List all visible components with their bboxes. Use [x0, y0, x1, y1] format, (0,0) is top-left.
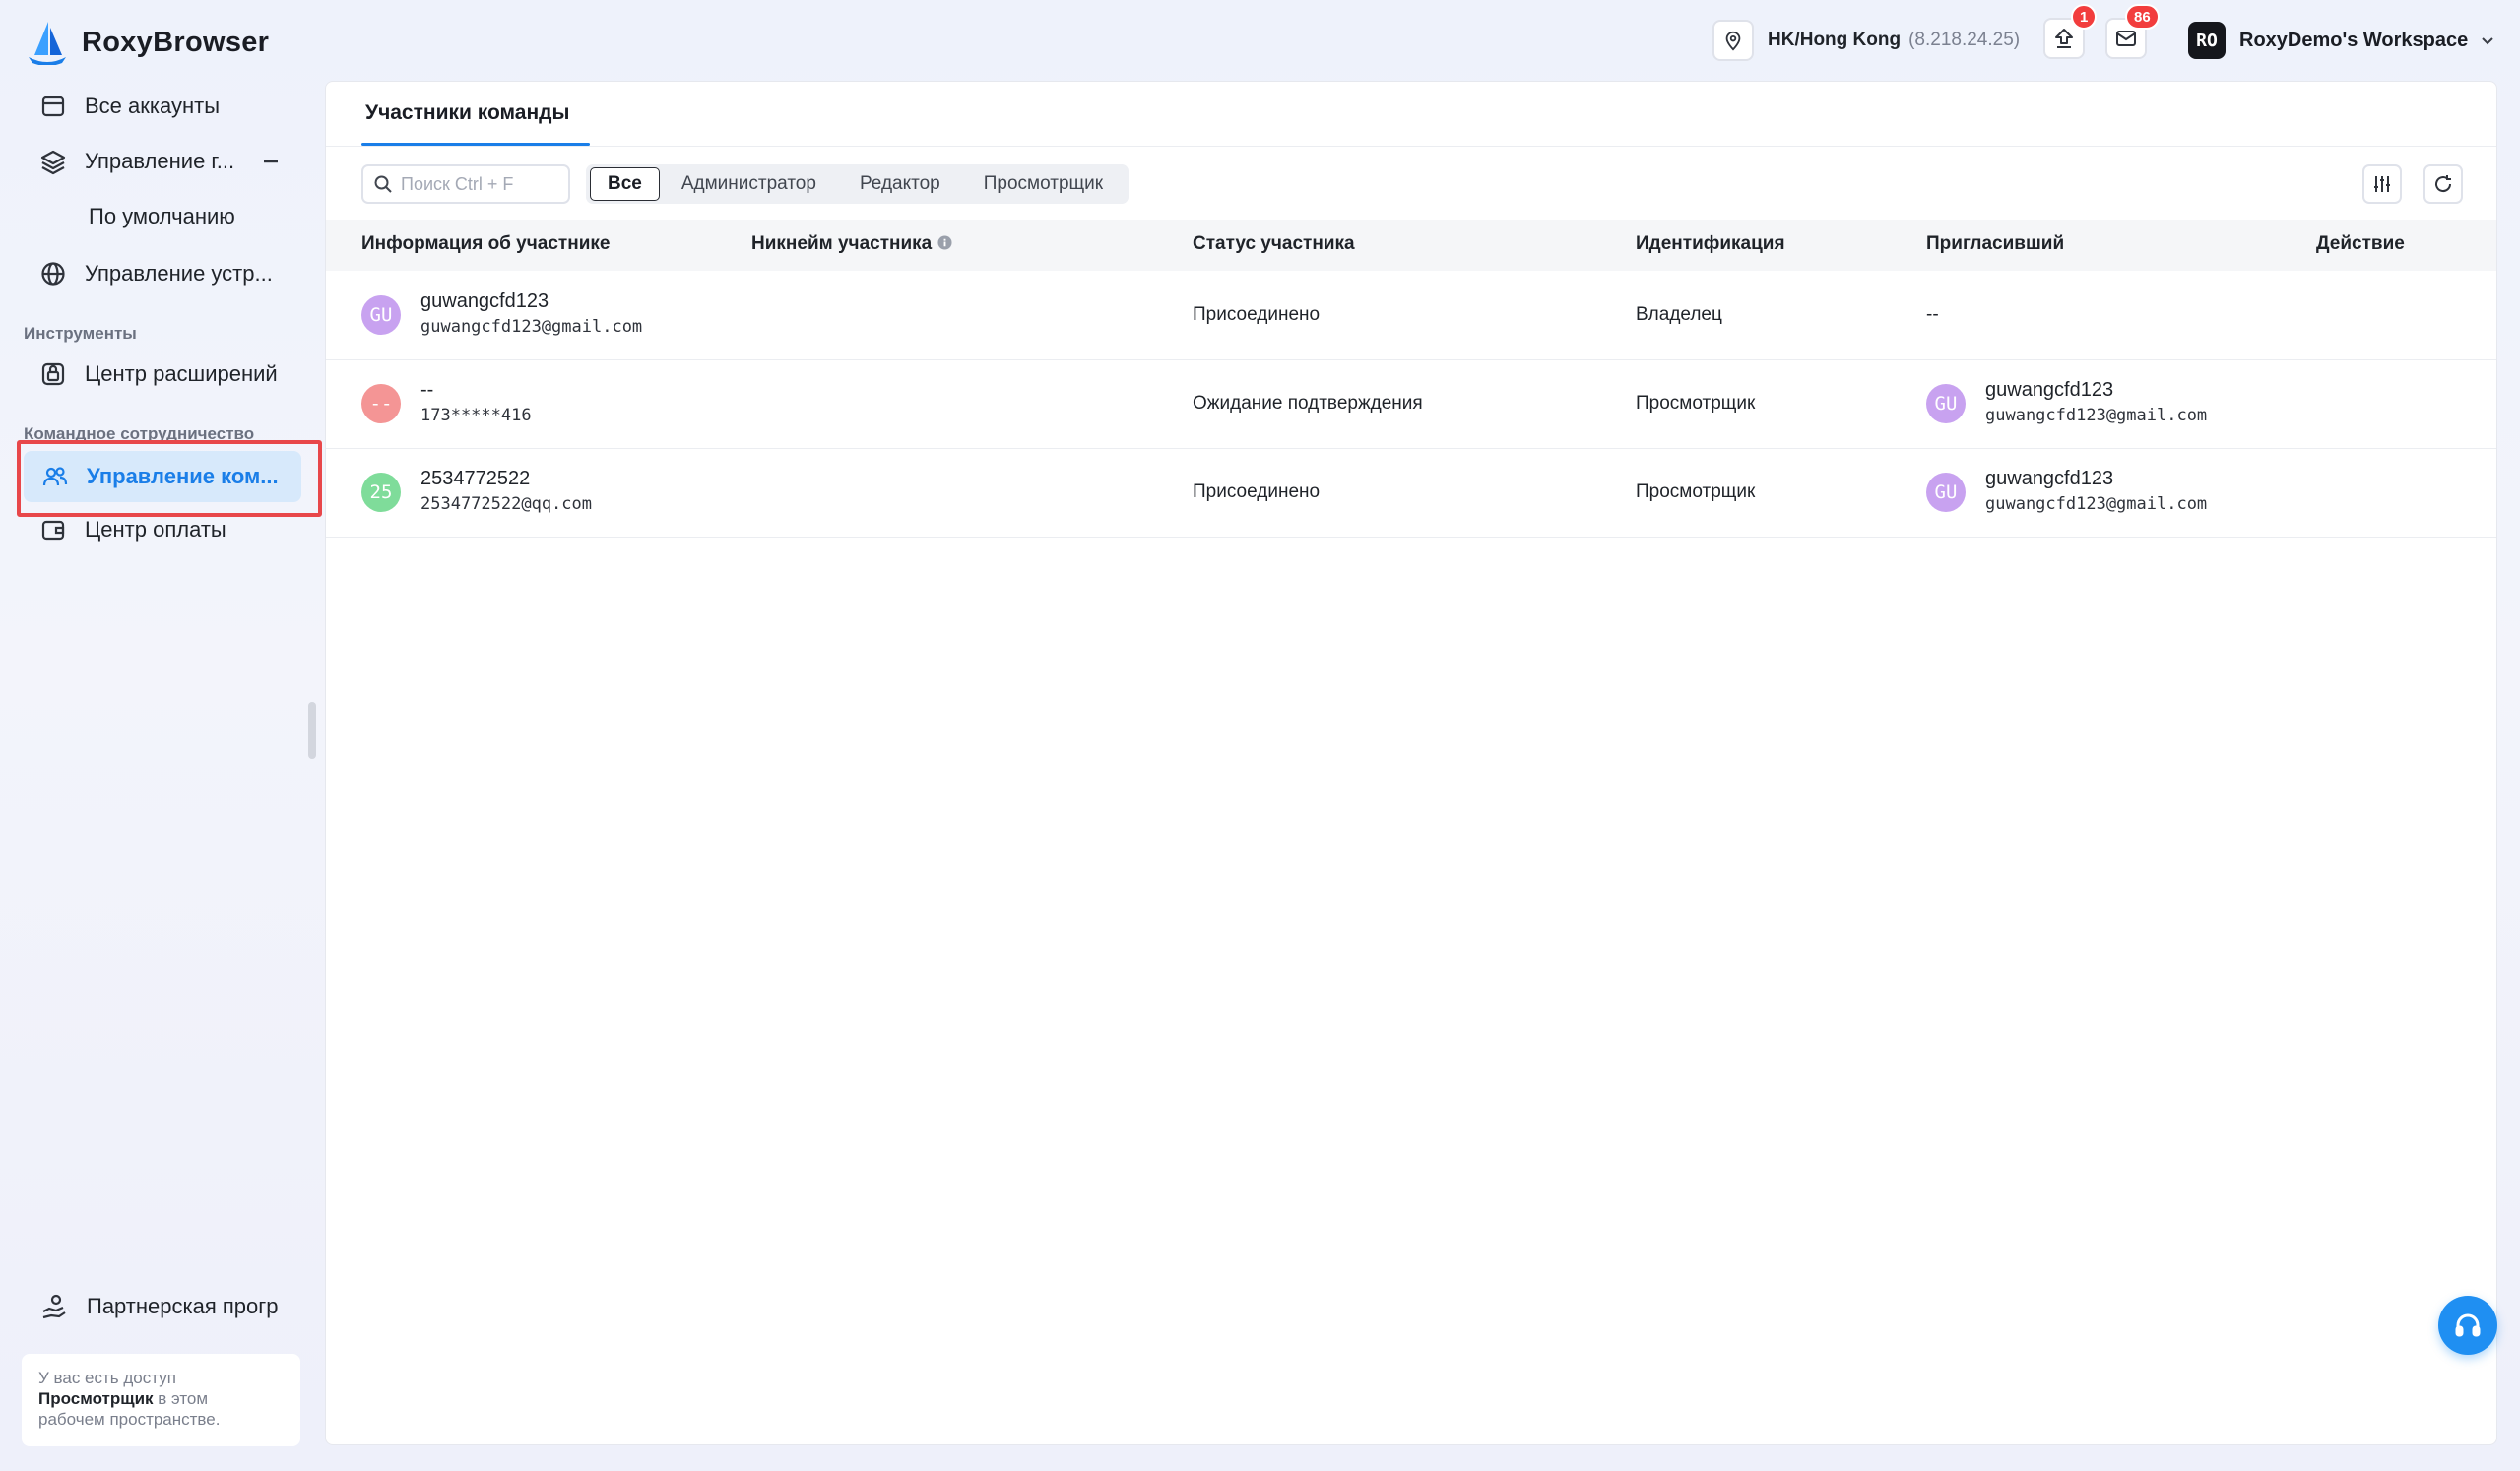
info-icon[interactable] [937, 235, 952, 250]
inviter-avatar: GU [1926, 384, 1966, 423]
filter-editor[interactable]: Редактор [838, 168, 962, 200]
sidebar-label: Управление устр... [85, 261, 273, 286]
upload-button[interactable]: 1 [2043, 4, 2098, 59]
member-name: 2534772522 [420, 468, 531, 489]
wallet-icon [41, 520, 65, 541]
sliders-icon [2374, 176, 2390, 192]
sidebar-label: Все аккаунты [85, 94, 221, 118]
member-identity: Просмотрщик [1636, 481, 1756, 502]
sidebar-label: Центр оплаты [85, 517, 226, 542]
location-name: HK/Hong Kong [1768, 30, 1902, 50]
member-email: 173*****416 [420, 406, 532, 425]
filter-viewer[interactable]: Просмотрщик [962, 168, 1125, 200]
access-text-2: в этом [153, 1389, 209, 1408]
collapse-icon[interactable] [262, 153, 280, 170]
table-header: Информация об участнике Никнейм участник… [326, 220, 2496, 271]
member-avatar: GU [361, 295, 401, 335]
refresh-icon [2435, 175, 2452, 193]
column-settings-button[interactable] [2362, 164, 2402, 204]
member-status: Присоединено [1193, 304, 1321, 325]
messages-button[interactable]: 86 [2105, 4, 2160, 59]
tab-team-members[interactable]: Участники команды [365, 101, 569, 125]
sidebar-label: Управление г... [85, 149, 235, 173]
sidebar-label: Партнерская прогр [87, 1294, 279, 1318]
search-icon [374, 175, 392, 193]
role-filter: Все Администратор Редактор Просмотрщик [586, 164, 1130, 204]
tab-divider [326, 146, 2496, 147]
app-logo: RoxyBrowser [27, 18, 269, 67]
access-info-card: У вас есть доступ Просмотрщик в этом раб… [22, 1354, 300, 1446]
sidebar-item-partner[interactable]: Партнерская прогр [39, 1292, 279, 1321]
extension-icon [41, 362, 65, 386]
inviter-email: guwangcfd123@gmail.com [1985, 494, 2208, 514]
access-role: Просмотрщик [38, 1389, 154, 1408]
member-email: guwangcfd123@gmail.com [420, 317, 643, 337]
mail-badge: 86 [2125, 4, 2160, 30]
sidebar-item-default[interactable]: По умолчанию [89, 204, 235, 229]
upload-badge: 1 [2071, 4, 2098, 30]
filter-all[interactable]: Все [590, 167, 660, 201]
headset-icon [2455, 1313, 2481, 1337]
inviter-name: guwangcfd123 [1985, 379, 2114, 401]
member-name: guwangcfd123 [420, 290, 549, 312]
layers-icon [40, 150, 66, 175]
sidebar-item-billing[interactable]: Центр оплаты [39, 508, 226, 551]
col-nickname: Никнейм участника [751, 233, 952, 255]
table-row: -- -- 173*****416 Ожидание подтверждения… [326, 359, 2496, 449]
sidebar-item-group-mgmt[interactable]: Управление г... [39, 140, 286, 183]
search-input[interactable]: Поиск Ctrl + F [361, 164, 570, 204]
col-nickname-label: Никнейм участника [751, 233, 933, 254]
inviter-avatar: GU [1926, 473, 1966, 512]
sidebar-item-extensions[interactable]: Центр расширений [39, 352, 278, 396]
highlight-box [17, 440, 322, 517]
member-identity: Просмотрщик [1636, 393, 1756, 414]
workspace-name: RoxyDemo's Workspace [2239, 29, 2469, 51]
workspace-avatar: RO [2188, 22, 2226, 59]
section-tools-title: Инструменты [24, 324, 137, 343]
main-panel: Участники команды Поиск Ctrl + F Все Адм… [325, 81, 2497, 1445]
access-text-3: рабочем пространстве. [38, 1410, 221, 1429]
filter-admin[interactable]: Администратор [660, 168, 838, 200]
member-status: Присоединено [1193, 481, 1321, 502]
col-action: Действие [2316, 233, 2405, 254]
access-text-1: У вас есть доступ [38, 1369, 176, 1387]
member-avatar: -- [361, 384, 401, 423]
chevron-down-icon [2482, 37, 2493, 45]
sidebar-item-all-accounts[interactable]: Все аккаунты [39, 85, 220, 128]
member-email: 2534772522@qq.com [420, 494, 592, 514]
app-title: RoxyBrowser [82, 26, 270, 58]
col-info: Информация об участнике [361, 233, 611, 254]
refresh-button[interactable] [2423, 164, 2463, 204]
member-identity: Владелец [1636, 304, 1722, 325]
member-avatar: 25 [361, 473, 401, 512]
globe-icon [41, 262, 65, 286]
location-indicator[interactable]: HK/Hong Kong (8.218.24.25) [1712, 18, 2020, 63]
table-row: GU guwangcfd123 guwangcfd123@gmail.com П… [326, 271, 2496, 360]
inviter-empty: -- [1926, 304, 1939, 325]
col-status: Статус участника [1193, 233, 1355, 254]
member-status: Ожидание подтверждения [1193, 393, 1423, 414]
member-name: -- [420, 379, 434, 401]
sidebar-scrollbar[interactable] [308, 702, 316, 759]
location-ip: (8.218.24.25) [1908, 30, 2021, 50]
inviter-name: guwangcfd123 [1985, 468, 2114, 489]
workspace-switcher[interactable]: RO RoxyDemo's Workspace [2188, 20, 2495, 61]
table-row: 25 2534772522 2534772522@qq.com Присоеди… [326, 448, 2496, 538]
location-pin-icon [1712, 20, 1754, 61]
search-placeholder: Поиск Ctrl + F [401, 173, 514, 194]
window-icon [41, 96, 65, 117]
inviter-email: guwangcfd123@gmail.com [1985, 406, 2208, 425]
col-identity: Идентификация [1636, 233, 1785, 254]
roxy-logo-icon [29, 22, 66, 65]
partner-icon [42, 1294, 66, 1319]
col-inviter: Пригласивший [1926, 233, 2065, 254]
sidebar-label: Центр расширений [85, 361, 278, 386]
support-button[interactable] [2438, 1296, 2497, 1355]
sidebar-item-device-mgmt[interactable]: Управление устр... [39, 252, 273, 295]
